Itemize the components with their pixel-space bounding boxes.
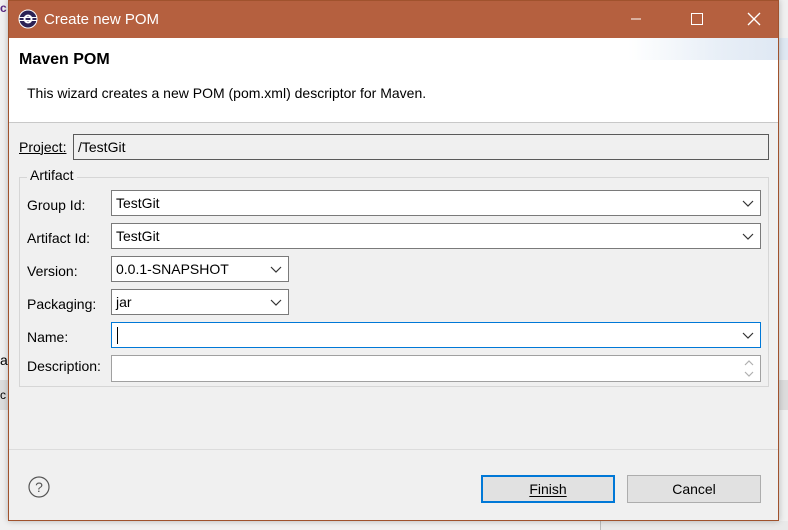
create-pom-dialog: Create new POM Maven POM This wizard cre…	[8, 0, 779, 521]
artifact-id-combo[interactable]: TestGit	[111, 223, 761, 249]
description-textarea[interactable]	[111, 355, 761, 382]
page-description: This wizard creates a new POM (pom.xml) …	[27, 85, 427, 101]
project-label: Project:	[19, 139, 67, 155]
project-field[interactable]: /TestGit	[73, 134, 769, 160]
background-panel-strip	[600, 521, 788, 530]
version-value: 0.0.1-SNAPSHOT	[116, 261, 229, 277]
chevron-down-icon[interactable]	[742, 199, 754, 209]
group-id-combo[interactable]: TestGit	[111, 190, 761, 216]
group-id-label: Group Id:	[27, 197, 86, 213]
chevron-down-icon[interactable]	[742, 331, 754, 341]
scroll-up-icon[interactable]	[744, 359, 754, 367]
maximize-button[interactable]	[675, 1, 721, 38]
close-button[interactable]	[732, 1, 778, 38]
chevron-down-icon[interactable]	[742, 232, 754, 242]
version-combo[interactable]: 0.0.1-SNAPSHOT	[111, 256, 289, 282]
header-banner	[628, 38, 778, 60]
finish-button-label: Finish	[529, 481, 567, 497]
page-title: Maven POM	[19, 51, 110, 68]
name-combo[interactable]	[111, 322, 761, 348]
group-id-value: TestGit	[116, 195, 160, 211]
background-panel-strip	[779, 38, 788, 60]
title-bar[interactable]: Create new POM	[9, 1, 778, 38]
background-panel-strip	[779, 380, 788, 410]
artifact-group-label: Artifact	[27, 167, 77, 183]
minimize-button[interactable]	[614, 1, 660, 38]
scroll-down-icon[interactable]	[744, 370, 754, 378]
version-label: Version:	[27, 263, 78, 279]
maximize-icon	[691, 13, 703, 25]
background-text-fragment: c	[0, 388, 6, 402]
cancel-button-label: Cancel	[672, 481, 716, 497]
packaging-combo[interactable]: jar	[111, 289, 289, 315]
packaging-label: Packaging:	[27, 296, 97, 312]
background-text-fragment: c	[0, 1, 7, 15]
description-label: Description:	[27, 358, 101, 374]
finish-button[interactable]: Finish	[481, 475, 615, 503]
chevron-down-icon[interactable]	[270, 298, 282, 308]
eclipse-icon	[18, 9, 38, 29]
background-text-fragment: a	[0, 352, 8, 368]
close-icon	[747, 12, 761, 26]
button-bar-divider	[9, 449, 778, 450]
artifact-id-value: TestGit	[116, 228, 160, 244]
minimize-icon	[631, 18, 641, 20]
window-title: Create new POM	[44, 11, 160, 28]
name-label: Name:	[27, 329, 69, 345]
packaging-value: jar	[116, 294, 132, 310]
text-cursor	[117, 327, 118, 344]
chevron-down-icon[interactable]	[270, 265, 282, 275]
artifact-id-label: Artifact Id:	[27, 230, 91, 246]
help-icon[interactable]: ?	[28, 476, 50, 498]
wizard-header: Maven POM This wizard creates a new POM …	[9, 38, 778, 123]
cancel-button[interactable]: Cancel	[627, 475, 761, 503]
svg-text:?: ?	[35, 479, 43, 495]
